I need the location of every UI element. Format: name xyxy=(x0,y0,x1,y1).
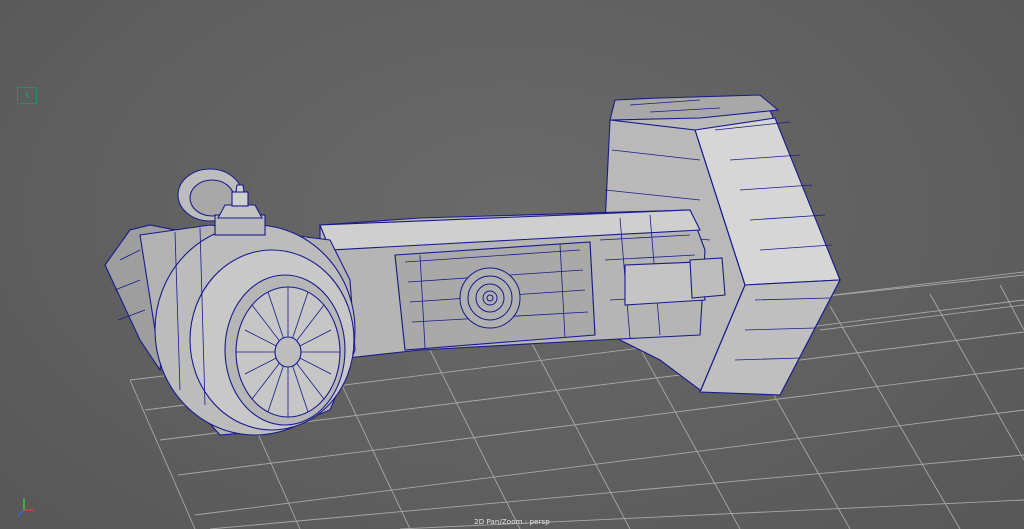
engine-barrel xyxy=(104,224,356,436)
perspective-viewport[interactable]: 2D Pan/Zoom : persp xyxy=(0,0,1024,529)
body-dial xyxy=(459,267,521,329)
viewport-status-label: 2D Pan/Zoom : persp xyxy=(474,518,550,526)
scene-canvas[interactable] xyxy=(0,0,1024,529)
top-rings xyxy=(177,168,266,236)
axis-gizmo-icon xyxy=(17,498,34,517)
